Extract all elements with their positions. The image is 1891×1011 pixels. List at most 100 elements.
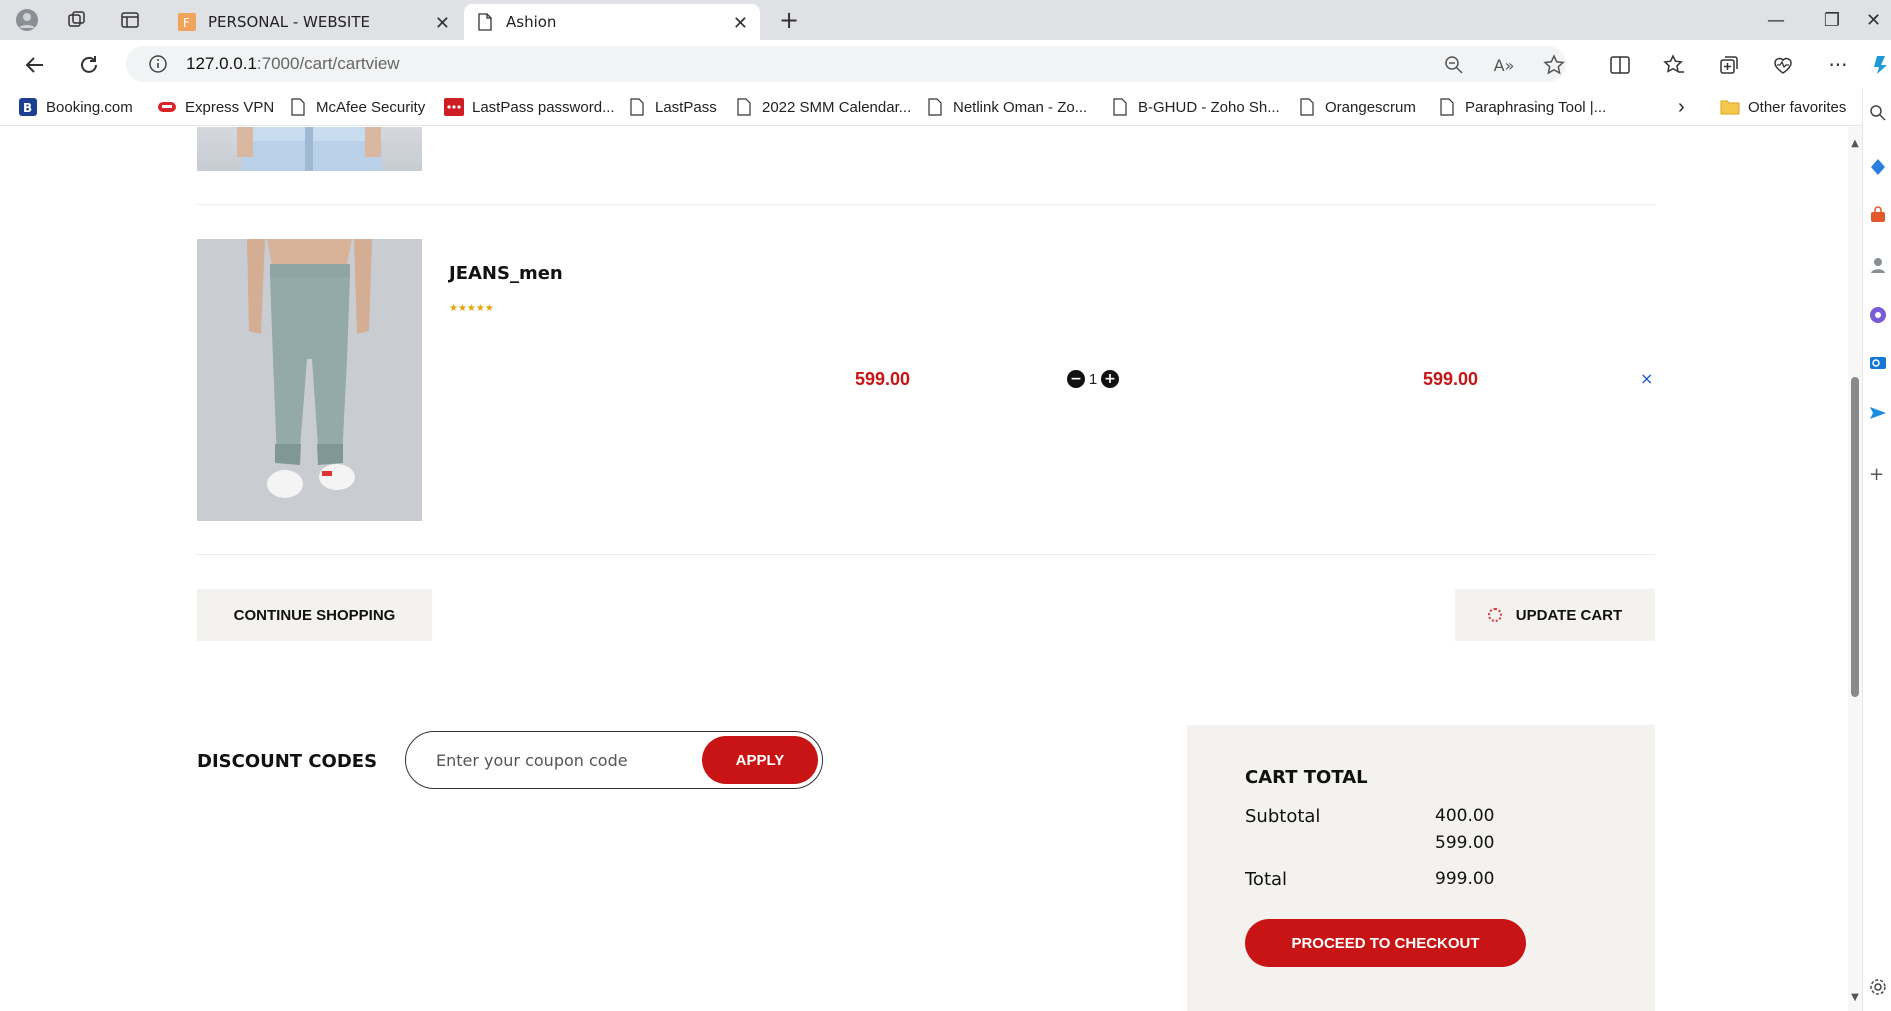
site-info-icon[interactable] [148,54,168,78]
bookmark-booking[interactable]: B Booking.com [18,96,133,118]
zoom-out-icon[interactable] [1442,53,1466,77]
address-bar[interactable]: 127.0.0.1:7000/cart/cartview A» [126,46,1566,82]
send-icon[interactable] [1869,404,1887,422]
discount-codes-heading: DISCOUNT CODES [197,751,378,772]
sidebar-app-icon[interactable] [1869,158,1887,176]
bookmark-orangescrum[interactable]: Orangescrum [1297,96,1416,118]
restore-icon[interactable]: ❐ [1812,6,1852,34]
coupon-form: APPLY [405,731,823,789]
back-icon[interactable] [20,50,50,80]
bookmark-expressvpn[interactable]: Express VPN [157,96,274,118]
more-menu-icon[interactable]: ··· [1825,52,1851,78]
tab-title: PERSONAL - WEBSITE [208,13,370,31]
tab-ashion[interactable]: Ashion ✕ [464,4,760,40]
quantity-value[interactable]: 1 [1085,371,1101,388]
address-url: 127.0.0.1:7000/cart/cartview [186,54,400,73]
svg-text:B: B [23,101,32,115]
product-image-previous [197,127,422,171]
subtotal-value: 400.00 [1435,806,1495,826]
lastpass-icon [444,97,464,117]
product-line-total: 599.00 [1423,369,1479,389]
split-screen-icon[interactable] [1607,52,1633,78]
add-icon[interactable]: + [1869,464,1887,485]
tab-actions-icon[interactable] [117,8,143,32]
settings-gear-icon[interactable] [1869,978,1887,996]
cart-total-panel: CART TOTAL Subtotal 400.00 599.00 Total … [1187,725,1655,1011]
row-divider [197,554,1655,555]
proceed-to-checkout-button[interactable]: PROCEED TO CHECKOUT [1245,919,1526,967]
collections-icon[interactable] [1716,52,1742,78]
update-cart-button[interactable]: UPDATE CART [1455,589,1655,641]
page-icon [1297,97,1317,117]
copilot-icon[interactable] [1870,52,1891,78]
continue-shopping-button[interactable]: CONTINUE SHOPPING [197,589,432,641]
row-divider [197,204,1655,205]
close-window-icon[interactable]: ✕ [1856,6,1891,34]
product-price: 599.00 [855,369,911,389]
tab-personal-website[interactable]: F PERSONAL - WEBSITE ✕ [166,4,462,40]
performance-icon[interactable] [1770,52,1796,78]
outlook-icon[interactable] [1869,354,1887,372]
read-aloud-icon[interactable]: A» [1492,53,1516,77]
subtotal-value: 599.00 [1435,833,1495,853]
expressvpn-icon [157,97,177,117]
tab-bar: F PERSONAL - WEBSITE ✕ Ashion ✕ + — ❐ ✕ [0,0,1891,40]
bookmark-mcafee[interactable]: McAfee Security [288,96,425,118]
bookmark-paraphrasing[interactable]: Paraphrasing Tool |... [1437,96,1606,118]
bookmark-other-favorites[interactable]: Other favorites [1720,96,1846,118]
svg-text:F: F [183,16,190,30]
bookmark-netlink[interactable]: Netlink Oman - Zo... [925,96,1087,118]
folder-icon [1720,97,1740,117]
bookmark-lastpass-password[interactable]: LastPass password... [444,96,615,118]
coupon-code-input[interactable] [436,748,666,772]
edge-sidebar: + [1862,88,1891,1011]
apply-coupon-button[interactable]: APPLY [702,736,818,784]
page-icon [476,13,494,31]
tab-title: Ashion [506,13,557,31]
bookmarks-bar: B Booking.com Express VPN McAfee Securit… [0,88,1891,126]
increase-quantity-button[interactable]: + [1101,370,1119,388]
bookmark-lastpass[interactable]: LastPass [627,96,717,118]
page-icon [627,97,647,117]
zoho-favicon-icon: F [178,13,196,31]
favorites-icon[interactable] [1661,52,1687,78]
total-value: 999.00 [1435,869,1495,889]
new-tab-icon[interactable]: + [776,6,802,34]
minimize-icon[interactable]: — [1756,6,1796,34]
decrease-quantity-button[interactable]: − [1067,370,1085,388]
total-label: Total [1245,869,1288,890]
browser-toolbar: 127.0.0.1:7000/cart/cartview A» ··· [0,40,1891,88]
product-rating-stars: ★★★★★ [449,303,494,314]
product-image-jeans [197,239,422,521]
subtotal-label: Subtotal [1245,806,1321,827]
person-icon[interactable] [1869,256,1887,274]
page-icon [1110,97,1130,117]
copilot-sidebar-icon[interactable] [1869,306,1887,324]
profile-icon[interactable] [14,8,40,32]
workspaces-icon[interactable] [64,8,90,32]
page-icon [288,97,308,117]
page-viewport: JEANS_men ★★★★★ 599.00 − 1 + 599.00 × CO… [0,127,1858,1011]
page-icon [1437,97,1457,117]
close-tab-icon[interactable]: ✕ [435,13,450,34]
cart-total-heading: CART TOTAL [1245,767,1368,788]
reload-icon[interactable] [74,50,104,80]
booking-icon: B [18,97,38,117]
scrollbar-thumb[interactable] [1851,377,1859,697]
page-icon [734,97,754,117]
product-name[interactable]: JEANS_men [449,263,563,284]
close-tab-icon[interactable]: ✕ [733,13,748,34]
shopping-icon[interactable] [1869,206,1887,224]
scroll-down-arrow-icon[interactable]: ▼ [1850,993,1860,1003]
page-icon [925,97,945,117]
bookmark-smm-calendar[interactable]: 2022 SMM Calendar... [734,96,911,118]
page-scrollbar[interactable]: ▲ ▼ [1848,127,1862,1011]
bookmark-b-ghud[interactable]: B-GHUD - Zoho Sh... [1110,96,1280,118]
refresh-spinner-icon [1487,608,1502,622]
favorite-star-icon[interactable] [1542,53,1566,77]
bookmarks-overflow-chevron-icon[interactable]: › [1678,96,1685,118]
search-icon[interactable] [1869,104,1887,122]
scroll-up-arrow-icon[interactable]: ▲ [1850,139,1860,149]
remove-item-icon[interactable]: × [1640,369,1653,388]
quantity-stepper[interactable]: − 1 + [1067,369,1119,389]
